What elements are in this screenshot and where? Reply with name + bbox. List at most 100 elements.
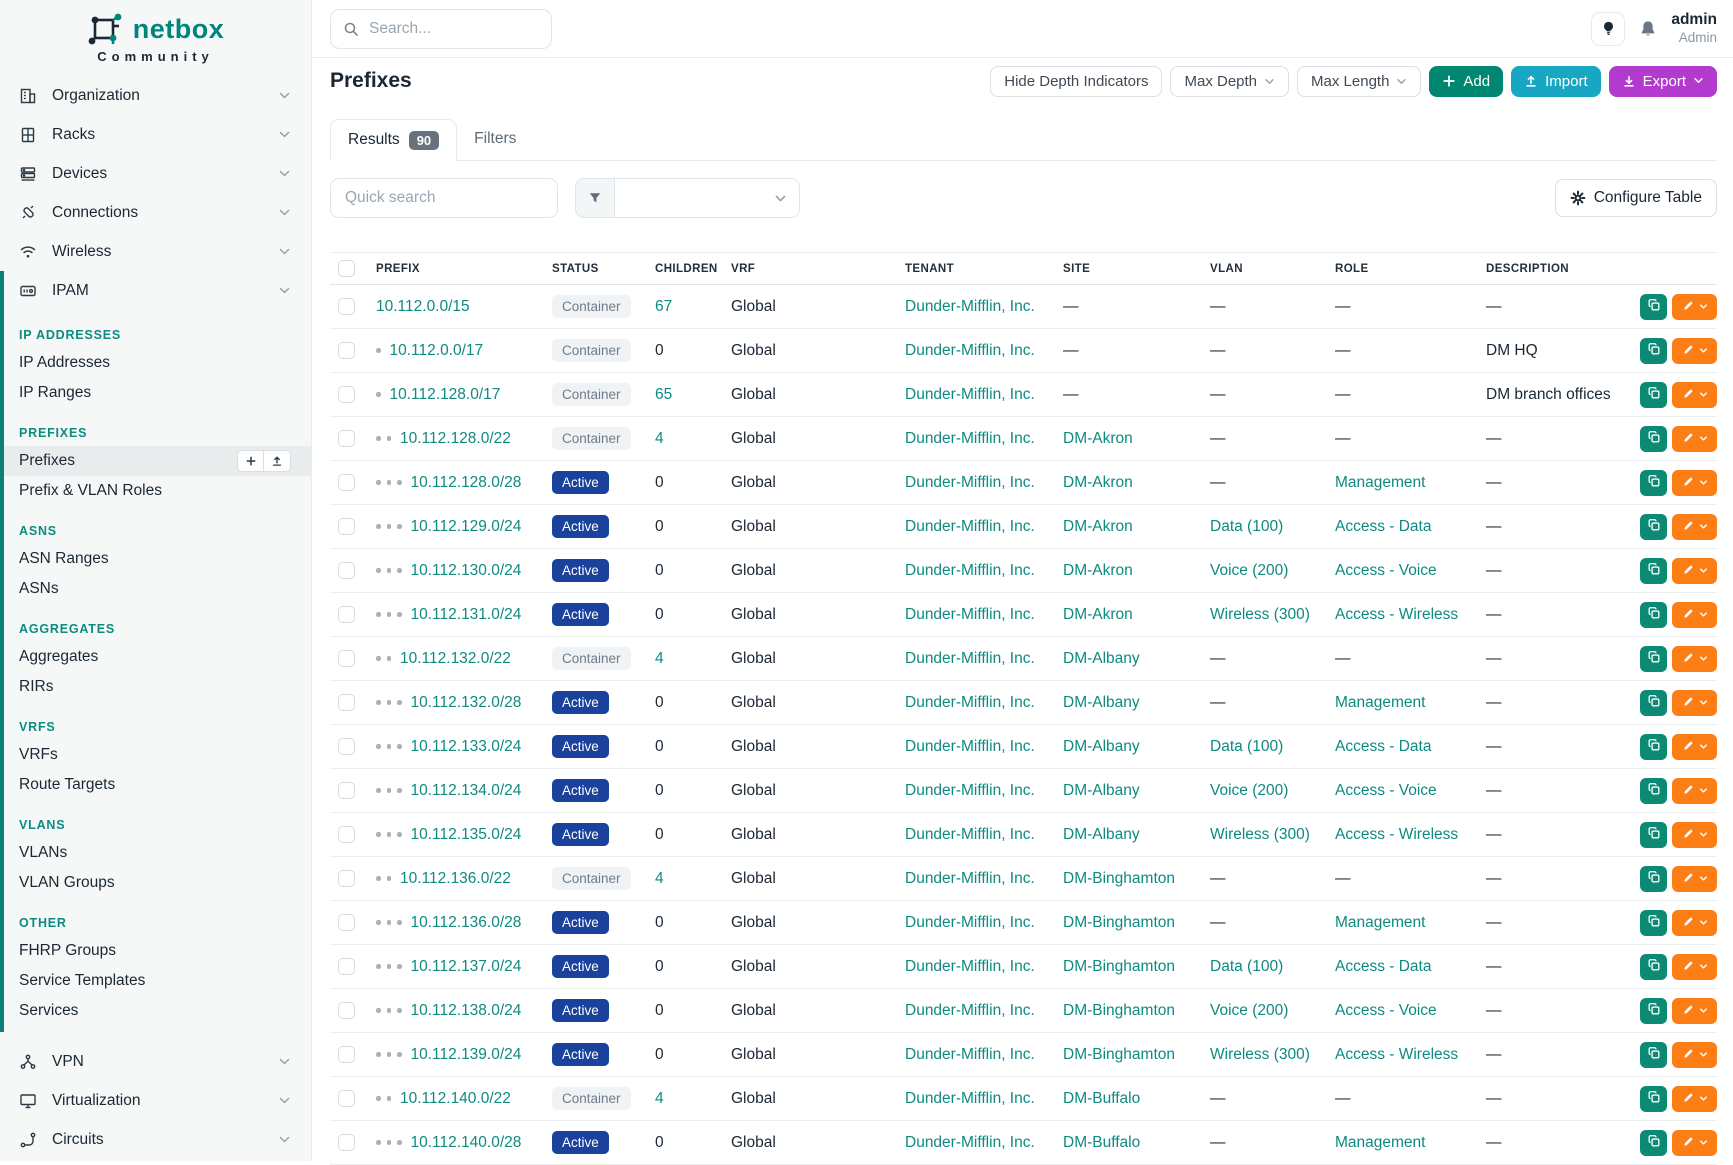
clone-button[interactable] [1640, 866, 1667, 892]
role-link[interactable]: Access - Data [1335, 518, 1431, 535]
column-header-tenant[interactable]: TENANT [905, 263, 1063, 275]
add-button[interactable]: Add [1429, 66, 1503, 97]
edit-button[interactable] [1672, 822, 1717, 848]
row-checkbox[interactable] [338, 298, 355, 315]
sidebar-quick-import-button[interactable] [264, 450, 291, 472]
edit-button[interactable] [1672, 1130, 1717, 1156]
site-link[interactable]: DM-Binghamton [1063, 870, 1175, 887]
clone-button[interactable] [1640, 998, 1667, 1024]
site-link[interactable]: DM-Albany [1063, 826, 1140, 843]
tenant-link[interactable]: Dunder-Mifflin, Inc. [905, 1046, 1035, 1063]
edit-button[interactable] [1672, 382, 1717, 408]
sidebar-item-route-targets[interactable]: Route Targets [4, 770, 311, 800]
prefix-link[interactable]: 10.112.132.0/28 [411, 694, 522, 712]
column-header-description[interactable]: DESCRIPTION [1486, 263, 1640, 275]
vlan-link[interactable]: Wireless (300) [1210, 606, 1310, 623]
clone-button[interactable] [1640, 778, 1667, 804]
user-menu[interactable]: admin Admin [1671, 11, 1717, 46]
tenant-link[interactable]: Dunder-Mifflin, Inc. [905, 958, 1035, 975]
site-link[interactable]: DM-Akron [1063, 474, 1133, 491]
row-checkbox[interactable] [338, 386, 355, 403]
children-count-link[interactable]: 4 [655, 650, 664, 667]
tab-filters[interactable]: Filters [457, 118, 533, 160]
tenant-link[interactable]: Dunder-Mifflin, Inc. [905, 914, 1035, 931]
clone-button[interactable] [1640, 602, 1667, 628]
edit-button[interactable] [1672, 1042, 1717, 1068]
prefix-link[interactable]: 10.112.135.0/24 [411, 826, 522, 844]
sidebar-item-ipam[interactable]: IPAM [4, 271, 311, 310]
prefix-link[interactable]: 10.112.0.0/17 [390, 342, 484, 360]
edit-button[interactable] [1672, 558, 1717, 584]
site-link[interactable]: DM-Binghamton [1063, 1046, 1175, 1063]
row-checkbox[interactable] [338, 1134, 355, 1151]
tenant-link[interactable]: Dunder-Mifflin, Inc. [905, 298, 1035, 315]
vlan-link[interactable]: Voice (200) [1210, 782, 1288, 799]
role-link[interactable]: Management [1335, 1134, 1425, 1151]
tenant-link[interactable]: Dunder-Mifflin, Inc. [905, 342, 1035, 359]
role-link[interactable]: Access - Voice [1335, 1002, 1437, 1019]
search-input[interactable] [369, 20, 519, 38]
tenant-link[interactable]: Dunder-Mifflin, Inc. [905, 826, 1035, 843]
sidebar-item-connections[interactable]: Connections [0, 193, 311, 232]
edit-button[interactable] [1672, 1086, 1717, 1112]
edit-button[interactable] [1672, 426, 1717, 452]
saved-filter-select[interactable] [615, 178, 800, 218]
prefix-link[interactable]: 10.112.133.0/24 [411, 738, 522, 756]
site-link[interactable]: DM-Binghamton [1063, 958, 1175, 975]
clone-button[interactable] [1640, 294, 1667, 320]
row-checkbox[interactable] [338, 914, 355, 931]
sidebar-item-aggregates[interactable]: Aggregates [4, 642, 311, 672]
vlan-link[interactable]: Wireless (300) [1210, 1046, 1310, 1063]
role-link[interactable]: Access - Wireless [1335, 1046, 1458, 1063]
edit-button[interactable] [1672, 602, 1717, 628]
prefix-link[interactable]: 10.112.137.0/24 [411, 958, 522, 976]
column-header-prefix[interactable]: PREFIX [376, 263, 552, 275]
vlan-link[interactable]: Voice (200) [1210, 1002, 1288, 1019]
configure-table-button[interactable]: Configure Table [1555, 179, 1717, 217]
row-checkbox[interactable] [338, 694, 355, 711]
prefix-link[interactable]: 10.112.131.0/24 [411, 606, 522, 624]
clone-button[interactable] [1640, 1130, 1667, 1156]
tenant-link[interactable]: Dunder-Mifflin, Inc. [905, 694, 1035, 711]
quick-search-input[interactable] [330, 178, 558, 218]
sidebar-item-ip-ranges[interactable]: IP Ranges [4, 378, 311, 408]
vlan-link[interactable]: Data (100) [1210, 958, 1283, 975]
sidebar-item-ip-addresses[interactable]: IP Addresses [4, 348, 311, 378]
sidebar-item-prefixes[interactable]: Prefixes [4, 446, 311, 476]
filter-button[interactable] [575, 178, 615, 218]
notifications-bell-icon[interactable] [1638, 19, 1658, 39]
children-count-link[interactable]: 4 [655, 430, 664, 447]
hide-depth-indicators-button[interactable]: Hide Depth Indicators [990, 66, 1162, 97]
row-checkbox[interactable] [338, 650, 355, 667]
vlan-link[interactable]: Wireless (300) [1210, 826, 1310, 843]
edit-button[interactable] [1672, 866, 1717, 892]
role-link[interactable]: Access - Data [1335, 738, 1431, 755]
tenant-link[interactable]: Dunder-Mifflin, Inc. [905, 606, 1035, 623]
sidebar-item-asns[interactable]: ASNs [4, 574, 311, 604]
sidebar-item-service-templates[interactable]: Service Templates [4, 966, 311, 996]
clone-button[interactable] [1640, 338, 1667, 364]
vlan-link[interactable]: Voice (200) [1210, 562, 1288, 579]
row-checkbox[interactable] [338, 562, 355, 579]
prefix-link[interactable]: 10.112.132.0/22 [400, 650, 511, 668]
tenant-link[interactable]: Dunder-Mifflin, Inc. [905, 430, 1035, 447]
prefix-link[interactable]: 10.112.0.0/15 [376, 298, 470, 316]
column-header-status[interactable]: STATUS [552, 263, 655, 275]
select-all-checkbox[interactable] [338, 260, 355, 277]
sidebar-item-vpn[interactable]: VPN [0, 1042, 311, 1081]
site-link[interactable]: DM-Albany [1063, 694, 1140, 711]
edit-button[interactable] [1672, 294, 1717, 320]
sidebar-item-fhrp-groups[interactable]: FHRP Groups [4, 936, 311, 966]
site-link[interactable]: DM-Binghamton [1063, 914, 1175, 931]
clone-button[interactable] [1640, 954, 1667, 980]
import-button[interactable]: Import [1511, 66, 1601, 97]
edit-button[interactable] [1672, 514, 1717, 540]
clone-button[interactable] [1640, 690, 1667, 716]
edit-button[interactable] [1672, 690, 1717, 716]
clone-button[interactable] [1640, 426, 1667, 452]
tenant-link[interactable]: Dunder-Mifflin, Inc. [905, 1134, 1035, 1151]
tenant-link[interactable]: Dunder-Mifflin, Inc. [905, 870, 1035, 887]
site-link[interactable]: DM-Akron [1063, 606, 1133, 623]
row-checkbox[interactable] [338, 342, 355, 359]
edit-button[interactable] [1672, 998, 1717, 1024]
